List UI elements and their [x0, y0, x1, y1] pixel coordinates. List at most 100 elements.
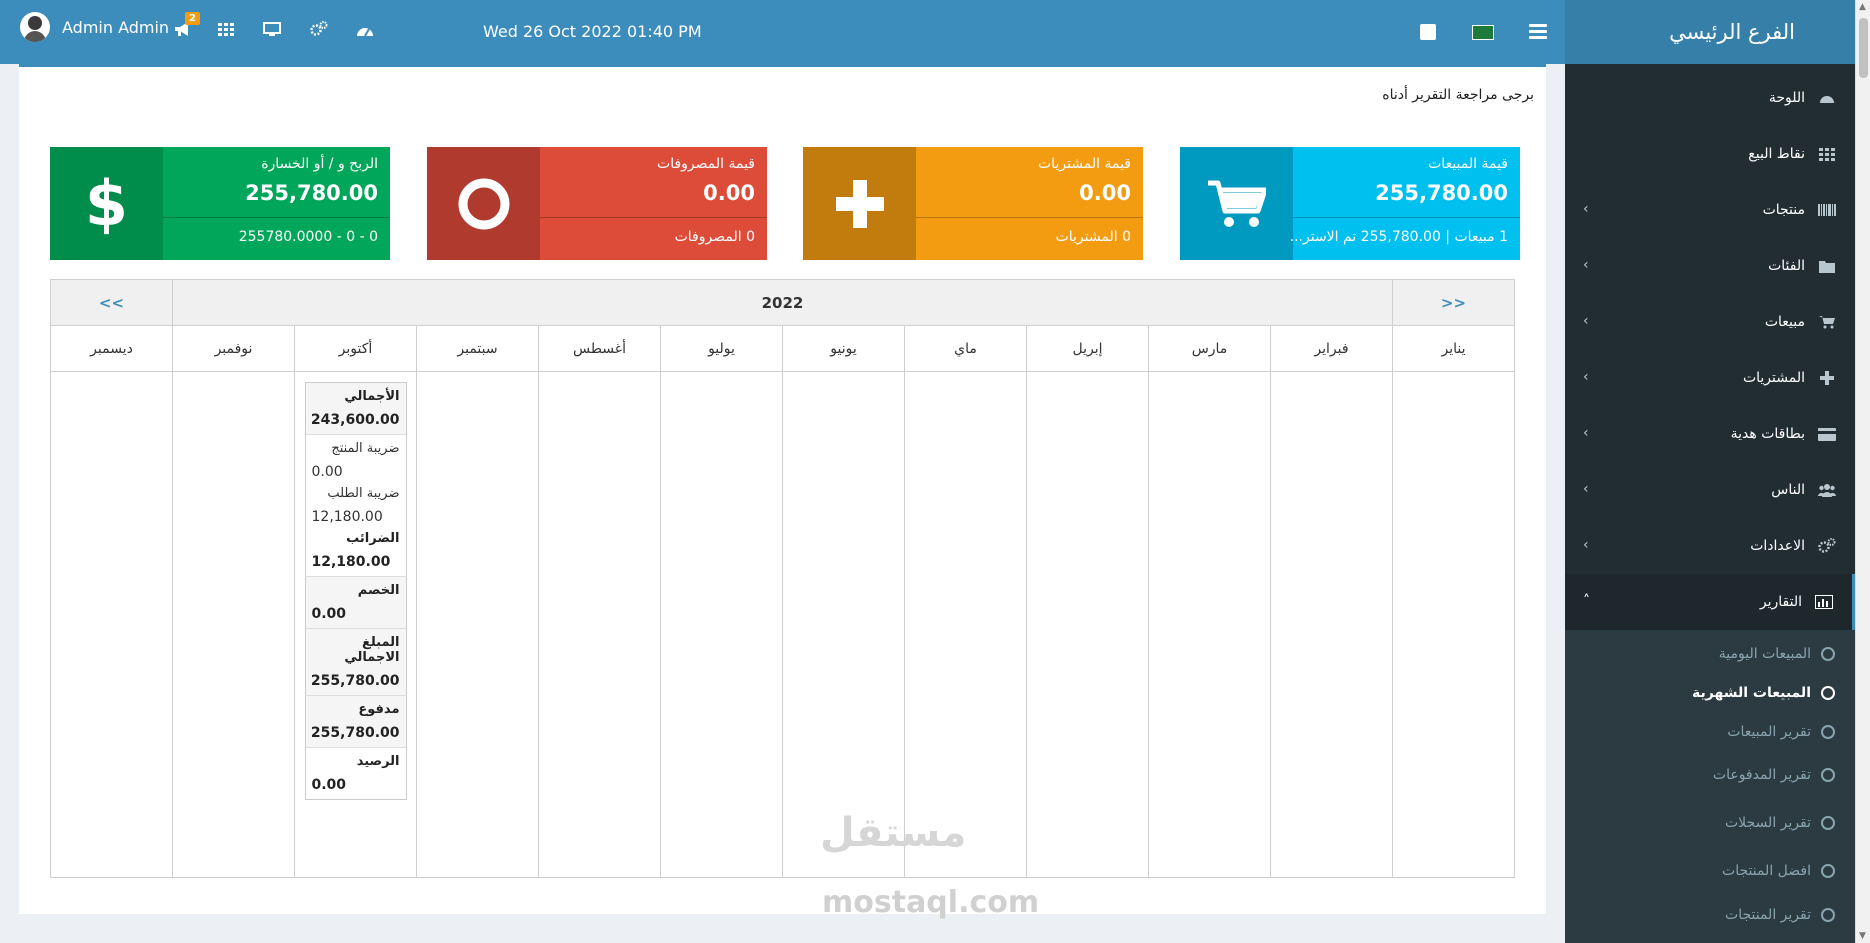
circle-icon: [1821, 646, 1835, 661]
total-label: الأجمالي: [344, 389, 400, 404]
page-scrollbar[interactable]: ▲ ▼: [1855, 0, 1870, 943]
expenses-card: قيمة المصروفات 0.00 0 المصروفات: [427, 147, 767, 260]
barcode-icon: [1817, 202, 1837, 218]
month-header: أكتوبر: [294, 325, 417, 372]
monitor-button[interactable]: [259, 18, 285, 44]
expenses-foot: 0 المصروفات: [674, 229, 755, 245]
credit-card-icon: [1817, 426, 1837, 442]
paid-label: مدفوع: [358, 702, 400, 717]
month-header: سبتمبر: [416, 325, 539, 372]
submenu-products-report[interactable]: تقرير المنتجات: [1565, 895, 1855, 934]
sales-card: قيمة المبيعات 255,780.00 1 مبيعات | 255,…: [1180, 147, 1520, 260]
sidebar-item-label: المشتريات: [1742, 370, 1805, 386]
submenu-label: المبيعات الشهرية: [1692, 684, 1811, 701]
watermark-logo: مستقل: [820, 810, 967, 856]
sidebar-item-people[interactable]: ‹ الناس: [1565, 462, 1855, 518]
report-box: برجى مراجعة التقرير أدناه $ الربح و / أو…: [19, 64, 1546, 914]
current-datetime: Wed 26 Oct 2022 01:40 PM: [483, 22, 702, 41]
sidebar-item-label: مبيعات: [1764, 314, 1805, 330]
product-tax-label: ضريبة المنتج: [331, 441, 400, 456]
circle-icon: [1821, 768, 1835, 782]
plus-icon: [803, 147, 916, 260]
profit-title: الربح و / أو الخسارة: [261, 156, 378, 172]
hamburger-menu-icon[interactable]: [1529, 24, 1547, 42]
sidebar-item-label: منتجات: [1762, 202, 1805, 218]
month-cell-april: [1026, 371, 1149, 878]
month-cell-july: [660, 371, 783, 878]
month-cell-june: [782, 371, 905, 878]
dashboard-icon: [1817, 90, 1837, 106]
grid-button[interactable]: [213, 18, 239, 44]
circle-icon: [1821, 724, 1835, 739]
product-tax-value: 0.00: [311, 464, 343, 480]
sales-foot: 1 مبيعات | 255,780.00 تم الاستر...: [1289, 229, 1508, 245]
month-header: أغسطس: [538, 325, 661, 372]
sidebar-item-categories[interactable]: ‹ الفئات: [1565, 238, 1855, 294]
top-header: Admin Admin 2 Wed 26 Oct 2022 01:40 PM: [0, 0, 1565, 64]
sidebar-item-sales[interactable]: ‹ مبيعات: [1565, 294, 1855, 350]
month-cell-january: [1392, 371, 1515, 878]
circle-icon: [1821, 864, 1835, 878]
sidebar-item-settings[interactable]: ‹ الاعدادات: [1565, 518, 1855, 574]
profit-value: 255,780.00: [245, 181, 378, 205]
sidebar: الفرع الرئيسي اللوحة نقاط البيع ‹ منتجات…: [1565, 0, 1855, 943]
purchases-title: قيمة المشتريات: [1038, 156, 1131, 172]
sidebar-item-products[interactable]: ‹ منتجات: [1565, 182, 1855, 238]
month-header: يناير: [1392, 325, 1515, 372]
chevron-left-icon: ‹: [1583, 313, 1589, 329]
sidebar-item-reports[interactable]: ˄ التقارير: [1565, 574, 1855, 630]
scroll-down-icon[interactable]: ▼: [1859, 931, 1866, 941]
calendar-year: 2022: [172, 279, 1393, 326]
submenu-monthly-sales[interactable]: المبيعات الشهرية: [1565, 673, 1855, 712]
circle-icon: [1821, 816, 1835, 830]
sidebar-item-purchases[interactable]: ‹ المشتريات: [1565, 350, 1855, 406]
month-cell-september: [416, 371, 539, 878]
grid-icon: [1817, 146, 1837, 162]
scrollbar-thumb[interactable]: [1859, 18, 1868, 78]
month-cell-august: [538, 371, 661, 878]
submenu-label: تقرير المبيعات: [1727, 723, 1811, 740]
sidebar-item-label: الفئات: [1768, 258, 1805, 274]
order-tax-value: 12,180.00: [311, 509, 383, 525]
discount-value: 0.00: [311, 606, 347, 622]
scroll-up-icon[interactable]: ▲: [1859, 2, 1866, 12]
month-cell-march: [1148, 371, 1271, 878]
dashboard-button[interactable]: [352, 18, 378, 44]
sidebar-item-label: الناس: [1771, 482, 1805, 498]
purchases-value: 0.00: [1079, 181, 1131, 205]
gears-icon: [1817, 538, 1837, 554]
sidebar-item-gift-cards[interactable]: ‹ بطاقات هدية: [1565, 406, 1855, 462]
submenu-sales-report[interactable]: تقرير المبيعات: [1565, 712, 1855, 751]
submenu-registers-report[interactable]: تقرير السجلات: [1565, 799, 1855, 847]
expenses-title: قيمة المصروفات: [657, 156, 755, 172]
chevron-up-icon: ˄: [1583, 593, 1590, 609]
sidebar-item-dashboard[interactable]: اللوحة: [1565, 70, 1855, 126]
submenu-payments-report[interactable]: تقرير المدفوعات: [1565, 751, 1855, 799]
chevron-left-icon: ‹: [1583, 369, 1589, 385]
circle-icon: [1821, 685, 1835, 700]
submenu-label: تقرير المدفوعات: [1712, 767, 1811, 783]
user-menu[interactable]: Admin Admin: [20, 12, 169, 42]
sidebar-item-label: بطاقات هدية: [1730, 426, 1805, 442]
submenu-label: تقرير السجلات: [1725, 815, 1811, 831]
settings-button[interactable]: [306, 18, 332, 44]
watermark-url: mostaql.com: [822, 885, 1040, 920]
prev-year-button[interactable]: <<: [50, 279, 173, 326]
month-header: يوليو: [660, 325, 783, 372]
sales-value: 255,780.00: [1375, 181, 1508, 205]
language-flag-icon[interactable]: [1472, 25, 1494, 40]
month-cell-november: [172, 371, 295, 878]
fullscreen-button[interactable]: [1420, 24, 1436, 40]
sidebar-item-pos[interactable]: نقاط البيع: [1565, 126, 1855, 182]
monitor-icon: [263, 21, 281, 42]
sidebar-item-label: اللوحة: [1768, 90, 1805, 106]
chevron-left-icon: ‹: [1583, 257, 1589, 273]
submenu-best-products[interactable]: افضل المنتجات: [1565, 847, 1855, 895]
submenu-daily-sales[interactable]: المبيعات اليومية: [1565, 634, 1855, 673]
sidebar-brand[interactable]: الفرع الرئيسي: [1565, 0, 1855, 64]
sales-title: قيمة المبيعات: [1428, 156, 1508, 172]
reports-submenu: المبيعات اليومية المبيعات الشهرية تقرير …: [1565, 630, 1855, 943]
profit-card: $ الربح و / أو الخسارة 255,780.00 0 - 0 …: [50, 147, 390, 260]
next-year-button[interactable]: >>: [1392, 279, 1515, 326]
notifications-button[interactable]: 2: [170, 12, 200, 44]
